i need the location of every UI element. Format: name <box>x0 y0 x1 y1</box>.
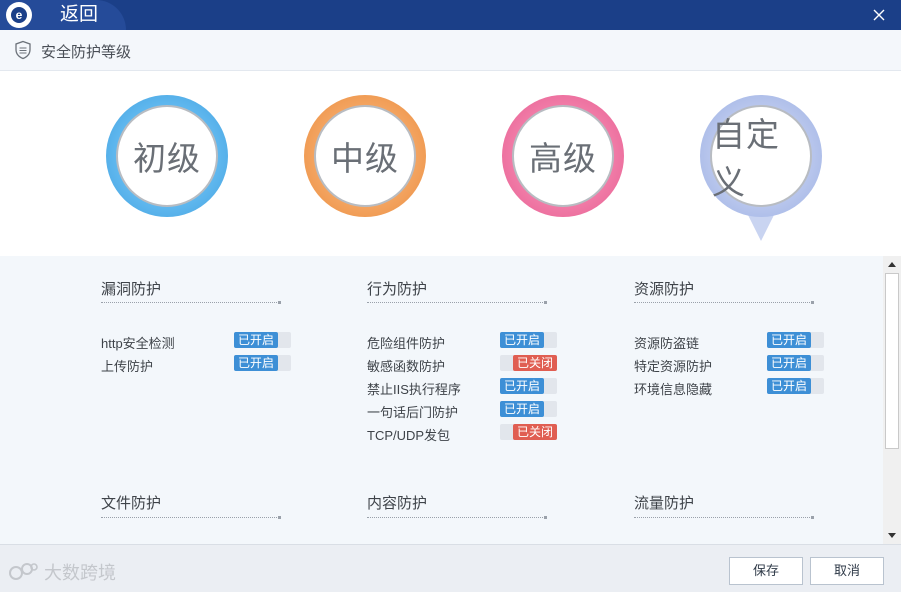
app-logo-icon: e <box>6 2 32 28</box>
scroll-down-icon[interactable] <box>883 528 901 544</box>
section-divider <box>101 301 281 304</box>
back-button[interactable]: 返回 <box>60 2 98 28</box>
level-label: 初级 <box>116 105 218 207</box>
level-high-button[interactable]: 高级 <box>502 95 624 217</box>
level-selector: 初级 中级 高级 自定义 <box>0 71 901 256</box>
setting-label: TCP/UDP发包 <box>367 428 451 443</box>
section-divider <box>634 301 814 304</box>
setting-toggle[interactable]: 已开启 <box>767 332 824 348</box>
setting-label: 上传防护 <box>101 359 154 374</box>
setting-toggle[interactable]: 已开启 <box>767 355 824 371</box>
watermark: 大数跨境 <box>8 559 116 585</box>
watermark-logo-icon <box>9 563 38 580</box>
scroll-up-icon[interactable] <box>883 256 901 272</box>
level-label: 高级 <box>512 105 614 207</box>
setting-toggle[interactable]: 已开启 <box>500 378 557 394</box>
protection-level-header: 安全防护等级 <box>0 30 901 71</box>
level-basic-button[interactable]: 初级 <box>106 95 228 217</box>
section-title: 行为防护 <box>367 281 428 298</box>
section-divider <box>101 516 281 519</box>
cancel-button[interactable]: 取消 <box>810 557 884 585</box>
section-title: 流量防护 <box>634 495 695 512</box>
toggle-status: 已开启 <box>500 332 544 348</box>
save-button[interactable]: 保存 <box>729 557 803 585</box>
level-medium-button[interactable]: 中级 <box>304 95 426 217</box>
section-divider <box>367 301 547 304</box>
setting-label: http安全检测 <box>101 336 175 351</box>
toggle-status: 已开启 <box>767 332 811 348</box>
section-title: 漏洞防护 <box>101 281 162 298</box>
watermark-text: 大数跨境 <box>44 563 116 583</box>
level-custom-button[interactable]: 自定义 <box>700 95 822 241</box>
setting-label: 特定资源防护 <box>634 359 713 374</box>
setting-label: 禁止IIS执行程序 <box>367 382 461 397</box>
section-title: 资源防护 <box>634 281 695 298</box>
toggle-status: 已开启 <box>767 378 811 394</box>
page-title: 安全防护等级 <box>41 44 132 61</box>
setting-toggle[interactable]: 已关闭 <box>500 355 557 371</box>
setting-toggle[interactable]: 已开启 <box>234 355 291 371</box>
toggle-status: 已开启 <box>500 401 544 417</box>
setting-toggle[interactable]: 已关闭 <box>500 424 557 440</box>
title-bar: e 返回 <box>0 0 901 30</box>
setting-label: 环境信息隐藏 <box>634 382 713 397</box>
setting-label: 敏感函数防护 <box>367 359 446 374</box>
logo-letter: e <box>16 8 23 22</box>
setting-toggle[interactable]: 已开启 <box>500 332 557 348</box>
scroll-thumb[interactable] <box>885 273 899 449</box>
close-icon[interactable] <box>869 5 889 25</box>
setting-toggle[interactable]: 已开启 <box>234 332 291 348</box>
section-title: 内容防护 <box>367 495 428 512</box>
toggle-status: 已关闭 <box>513 424 557 440</box>
toggle-status: 已关闭 <box>513 355 557 371</box>
back-tab[interactable]: e 返回 <box>0 0 126 30</box>
shield-icon <box>13 40 33 65</box>
section-title: 文件防护 <box>101 495 162 512</box>
toggle-status: 已开启 <box>500 378 544 394</box>
setting-toggle[interactable]: 已开启 <box>500 401 557 417</box>
vertical-scrollbar[interactable] <box>883 256 901 544</box>
setting-toggle[interactable]: 已开启 <box>767 378 824 394</box>
setting-label: 资源防盗链 <box>634 336 700 351</box>
section-divider <box>367 516 547 519</box>
level-label: 自定义 <box>710 105 812 207</box>
toggle-status: 已开启 <box>234 332 278 348</box>
toggle-status: 已开启 <box>234 355 278 371</box>
footer: 大数跨境 保存 取消 <box>0 544 901 592</box>
toggle-status: 已开启 <box>767 355 811 371</box>
setting-label: 危险组件防护 <box>367 336 446 351</box>
section-divider <box>634 516 814 519</box>
settings-panel: 漏洞防护 http安全检测 已开启 上传防护 已开启 文件防护 行为防护 危险组… <box>0 256 883 544</box>
setting-label: 一句话后门防护 <box>367 405 459 420</box>
level-label: 中级 <box>314 105 416 207</box>
